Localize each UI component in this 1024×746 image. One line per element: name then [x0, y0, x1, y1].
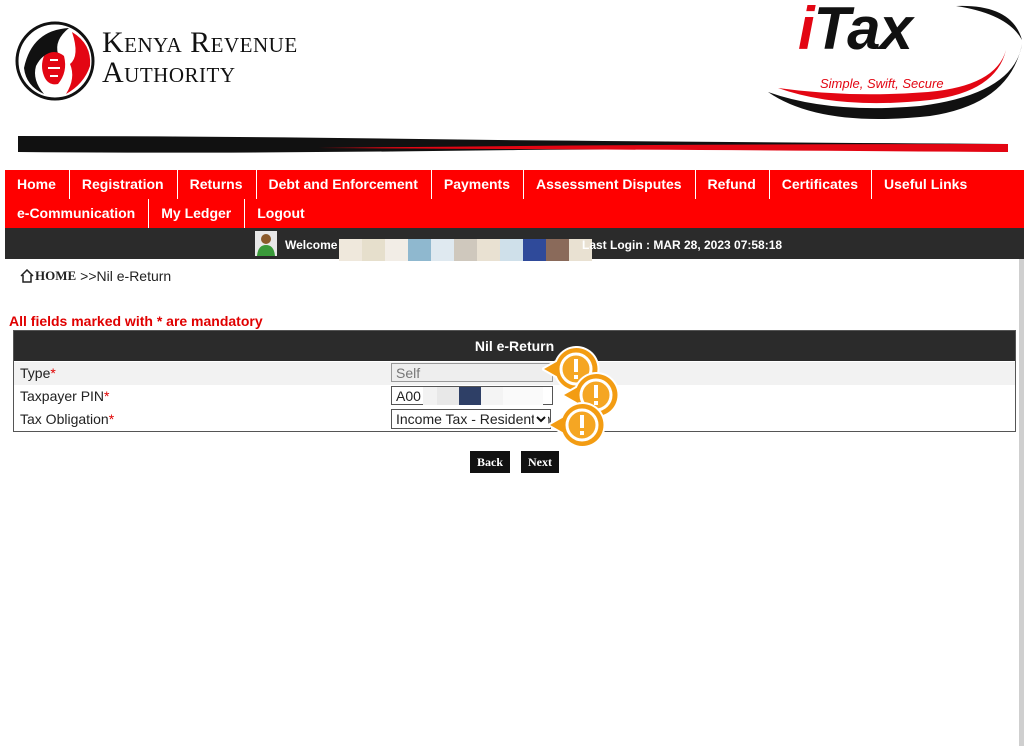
pin-row: Taxpayer PIN* A00	[14, 385, 1015, 408]
tax-obligation-label: Tax Obligation*	[20, 411, 115, 427]
nav-useful-links[interactable]: Useful Links	[872, 170, 980, 199]
nav-registration[interactable]: Registration	[70, 170, 178, 199]
chevron-down-icon	[534, 410, 548, 428]
required-mark: *	[50, 365, 56, 381]
warning-exclamation-icon	[548, 402, 606, 448]
nav-certificates[interactable]: Certificates	[770, 170, 873, 199]
mandatory-note: All fields marked with * are mandatory	[9, 313, 263, 329]
itax-wordmark: iTax	[798, 0, 913, 63]
org-name-line1: Kenya Revenue	[102, 26, 298, 59]
redacted-pin	[423, 387, 543, 405]
org-name-line2: Authority	[102, 56, 236, 89]
kra-wordmark: Kenya Revenue Authority	[102, 28, 298, 88]
nav-debt-enforcement[interactable]: Debt and Enforcement	[257, 170, 432, 199]
nav-row-1: Home Registration Returns Debt and Enfor…	[5, 170, 980, 199]
form-title: Nil e-Return	[14, 331, 1015, 361]
tax-obligation-row: Tax Obligation* Income Tax - Resident In…	[14, 408, 1015, 431]
back-button[interactable]: Back	[470, 451, 510, 473]
nav-row-2: e-Communication My Ledger Logout	[5, 199, 318, 228]
itax-tagline: Simple, Swift, Secure	[820, 76, 944, 91]
kra-lion-logo-icon	[15, 21, 95, 101]
breadcrumb-home-link[interactable]: HOME	[20, 268, 76, 284]
last-login-info: Last Login : MAR 28, 2023 07:58:18	[582, 238, 783, 252]
home-icon	[20, 269, 34, 283]
nav-returns[interactable]: Returns	[178, 170, 257, 199]
nav-payments[interactable]: Payments	[432, 170, 525, 199]
breadcrumb: HOME >>Nil e-Return	[20, 268, 171, 284]
redacted-username	[339, 239, 592, 261]
type-field[interactable]: Self	[391, 363, 553, 382]
nav-assessment-disputes[interactable]: Assessment Disputes	[524, 170, 696, 199]
header-swoosh-divider	[18, 136, 1008, 153]
nav-logout[interactable]: Logout	[245, 199, 317, 228]
window-edge	[1019, 259, 1024, 746]
welcome-label: Welcome	[285, 238, 338, 252]
required-mark: *	[108, 411, 115, 427]
nav-home[interactable]: Home	[5, 170, 70, 199]
user-avatar-icon	[255, 231, 277, 256]
welcome-bar: Welcome Last Login : MAR 28, 2023 07:58:…	[5, 228, 1024, 261]
nav-refund[interactable]: Refund	[696, 170, 770, 199]
required-mark: *	[104, 388, 110, 404]
site-header: Kenya Revenue Authority iTax Simple, Swi…	[0, 0, 1024, 170]
next-button[interactable]: Next	[521, 451, 559, 473]
nil-return-form: Nil e-Return Type* Self Taxpayer PIN* A0…	[13, 330, 1016, 432]
itax-tax: Tax	[813, 0, 913, 62]
main-navigation: Home Registration Returns Debt and Enfor…	[5, 170, 1024, 228]
type-row: Type* Self	[14, 362, 1015, 385]
nav-e-communication[interactable]: e-Communication	[5, 199, 150, 228]
type-label: Type*	[20, 365, 56, 381]
itax-i: i	[798, 0, 815, 62]
nav-my-ledger[interactable]: My Ledger	[149, 199, 246, 228]
tax-obligation-select[interactable]: Income Tax - Resident Individual	[391, 409, 551, 429]
breadcrumb-current: >>Nil e-Return	[80, 268, 172, 284]
breadcrumb-home-text: HOME	[35, 268, 77, 283]
pin-label: Taxpayer PIN*	[20, 388, 110, 404]
